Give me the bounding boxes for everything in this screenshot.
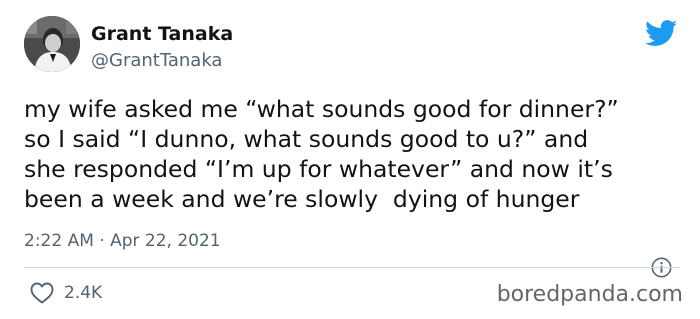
author-handle[interactable]: @GrantTanaka <box>91 50 222 71</box>
avatar[interactable] <box>24 16 80 72</box>
tweet-timestamp[interactable]: 2:22 AM · Apr 22, 2021 <box>24 231 221 251</box>
tweet-card: Grant Tanaka @GrantTanaka my wife asked … <box>0 0 700 319</box>
watermark: boredpanda.com <box>496 282 683 307</box>
divider <box>24 267 680 268</box>
avatar-photo <box>24 16 80 72</box>
tweet-text: my wife asked me “what sounds good for d… <box>24 95 619 213</box>
like-count[interactable]: 2.4K <box>64 283 102 303</box>
heart-icon[interactable] <box>30 282 54 304</box>
twitter-bird-icon[interactable] <box>645 20 678 47</box>
author-display-name[interactable]: Grant Tanaka <box>91 23 233 45</box>
